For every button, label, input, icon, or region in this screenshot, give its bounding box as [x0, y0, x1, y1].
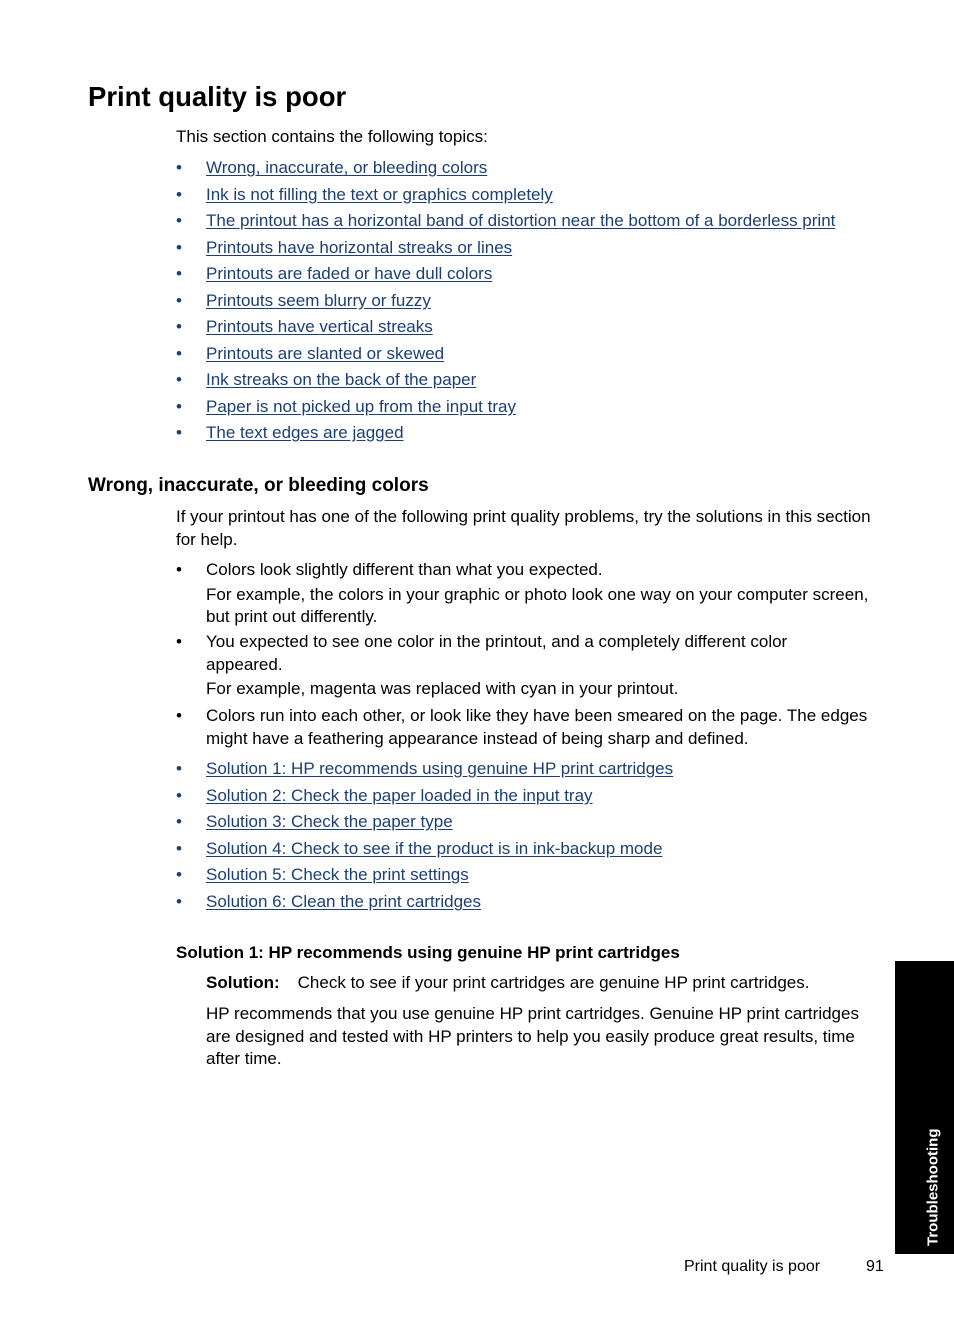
topic-link[interactable]: Printouts are slanted or skewed — [206, 344, 444, 363]
page-number: 91 — [866, 1258, 884, 1275]
solution-link[interactable]: Solution 1: HP recommends using genuine … — [206, 759, 673, 778]
bullet: • — [176, 396, 182, 416]
solution-label: Solution: — [206, 973, 280, 992]
solution-link[interactable]: Solution 4: Check to see if the product … — [206, 839, 662, 858]
topic-link[interactable]: Ink is not filling the text or graphics … — [206, 185, 553, 204]
problem-text: You expected to see one color in the pri… — [206, 632, 788, 674]
section-heading: Wrong, inaccurate, or bleeding colors — [88, 475, 429, 496]
bullet: • — [176, 184, 182, 204]
problem-text: Colors run into each other, or look like… — [206, 706, 868, 748]
solution1-heading: Solution 1: HP recommends using genuine … — [176, 943, 680, 962]
bullet: • — [176, 632, 182, 651]
intro-text: This section contains the following topi… — [176, 127, 488, 146]
bullet: • — [176, 706, 182, 725]
bullet: • — [176, 317, 182, 336]
side-tab: Troubleshooting — [895, 961, 954, 1254]
problem-detail: For example, the colors in your graphic … — [206, 584, 869, 627]
topic-link[interactable]: Printouts have vertical streaks — [206, 317, 433, 336]
bullet: • — [176, 343, 182, 363]
bullet: • — [176, 892, 182, 911]
topic-link[interactable]: Printouts are faded or have dull colors — [206, 264, 492, 283]
solution-link[interactable]: Solution 5: Check the print settings — [206, 865, 469, 884]
footer-title: Print quality is poor — [684, 1258, 821, 1275]
bullet: • — [176, 211, 182, 230]
bullet: • — [176, 838, 182, 858]
topic-link[interactable]: The printout has a horizontal band of di… — [206, 211, 835, 230]
bullet: • — [176, 812, 182, 832]
topic-link[interactable]: Printouts have horizontal streaks or lin… — [206, 238, 512, 257]
topic-link[interactable]: Ink streaks on the back of the paper — [206, 370, 476, 389]
bullet: • — [176, 370, 182, 389]
topic-link[interactable]: The text edges are jagged — [206, 423, 404, 442]
side-tab-label: Troubleshooting — [924, 1128, 941, 1247]
problem-detail: For example, magenta was replaced with c… — [206, 679, 679, 698]
solution-link[interactable]: Solution 2: Check the paper loaded in th… — [206, 786, 593, 805]
topic-link[interactable]: Printouts seem blurry or fuzzy — [206, 291, 431, 310]
topic-link[interactable]: Paper is not picked up from the input tr… — [206, 397, 516, 416]
bullet: • — [176, 264, 182, 283]
page-title: Print quality is poor — [88, 81, 347, 112]
bullet: • — [176, 158, 182, 177]
section-intro: If your printout has one of the followin… — [176, 507, 871, 549]
bullet: • — [176, 560, 182, 579]
bullet: • — [176, 423, 182, 442]
bullet: • — [176, 759, 182, 778]
problem-text: Colors look slightly different than what… — [206, 560, 603, 579]
solution1-line: Solution: Check to see if your print cart… — [206, 972, 809, 995]
solution1-body: HP recommends that you use genuine HP pr… — [206, 1004, 859, 1068]
solution-text: Check to see if your print cartridges ar… — [297, 973, 810, 992]
topic-link[interactable]: Wrong, inaccurate, or bleeding colors — [206, 158, 487, 177]
bullet: • — [176, 290, 182, 310]
bullet: • — [176, 865, 182, 885]
bullet: • — [176, 785, 182, 805]
solution-link[interactable]: Solution 3: Check the paper type — [206, 812, 453, 831]
solution-link[interactable]: Solution 6: Clean the print cartridges — [206, 892, 481, 911]
bullet: • — [176, 237, 182, 257]
